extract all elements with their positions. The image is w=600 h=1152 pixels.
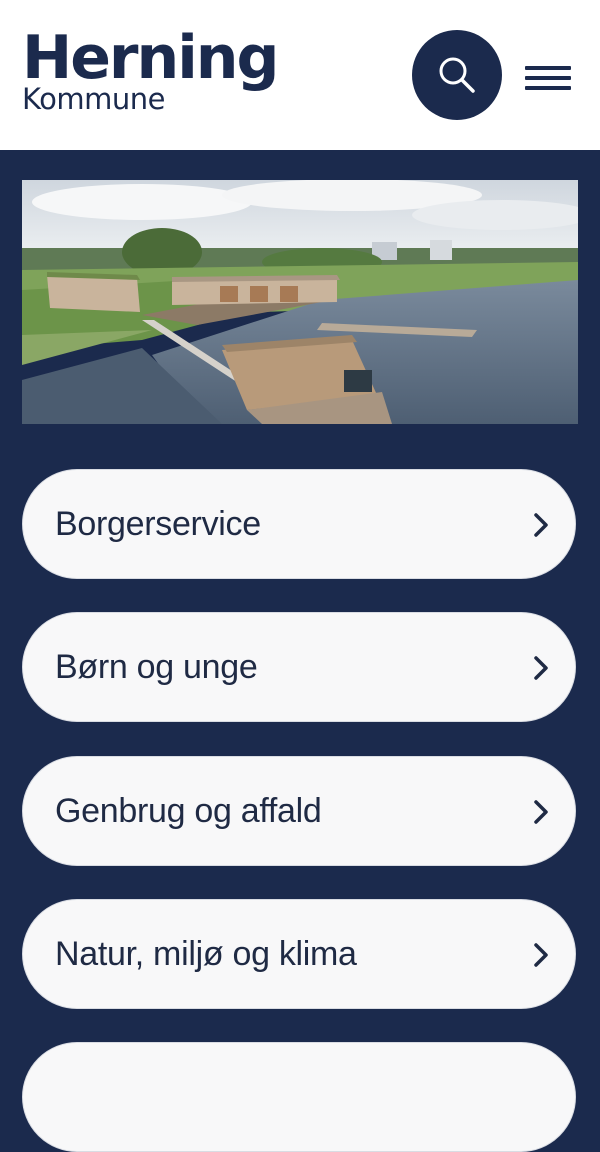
site-header: Herning Kommune bbox=[0, 0, 600, 150]
nav-item-natur-miljo-og-klima[interactable]: Natur, miljø og klima bbox=[22, 899, 576, 1009]
hamburger-menu-icon-line bbox=[525, 66, 571, 70]
nav-item-label: Børn og unge bbox=[55, 648, 258, 686]
hamburger-menu-button[interactable] bbox=[522, 60, 574, 96]
nav-item-partial[interactable] bbox=[22, 1042, 576, 1152]
herning-kommune-logo[interactable]: Herning Kommune bbox=[22, 23, 279, 114]
nav-item-born-og-unge[interactable]: Børn og unge bbox=[22, 612, 576, 722]
chevron-right-icon bbox=[534, 656, 548, 680]
hamburger-menu-icon-line bbox=[525, 86, 571, 90]
nav-item-label: Natur, miljø og klima bbox=[55, 935, 357, 973]
search-button[interactable] bbox=[412, 30, 502, 120]
logo-main-text: Herning bbox=[22, 23, 279, 93]
chevron-right-icon bbox=[534, 943, 548, 967]
hero-image bbox=[22, 180, 578, 424]
search-icon bbox=[439, 57, 475, 93]
nav-item-label: Borgerservice bbox=[55, 505, 261, 543]
nav-item-label: Genbrug og affald bbox=[55, 792, 322, 830]
hamburger-menu-icon-line bbox=[525, 76, 571, 80]
nav-item-borgerservice[interactable]: Borgerservice bbox=[22, 469, 576, 579]
chevron-right-icon bbox=[534, 800, 548, 824]
chevron-right-icon bbox=[534, 513, 548, 537]
nav-item-genbrug-og-affald[interactable]: Genbrug og affald bbox=[22, 756, 576, 866]
